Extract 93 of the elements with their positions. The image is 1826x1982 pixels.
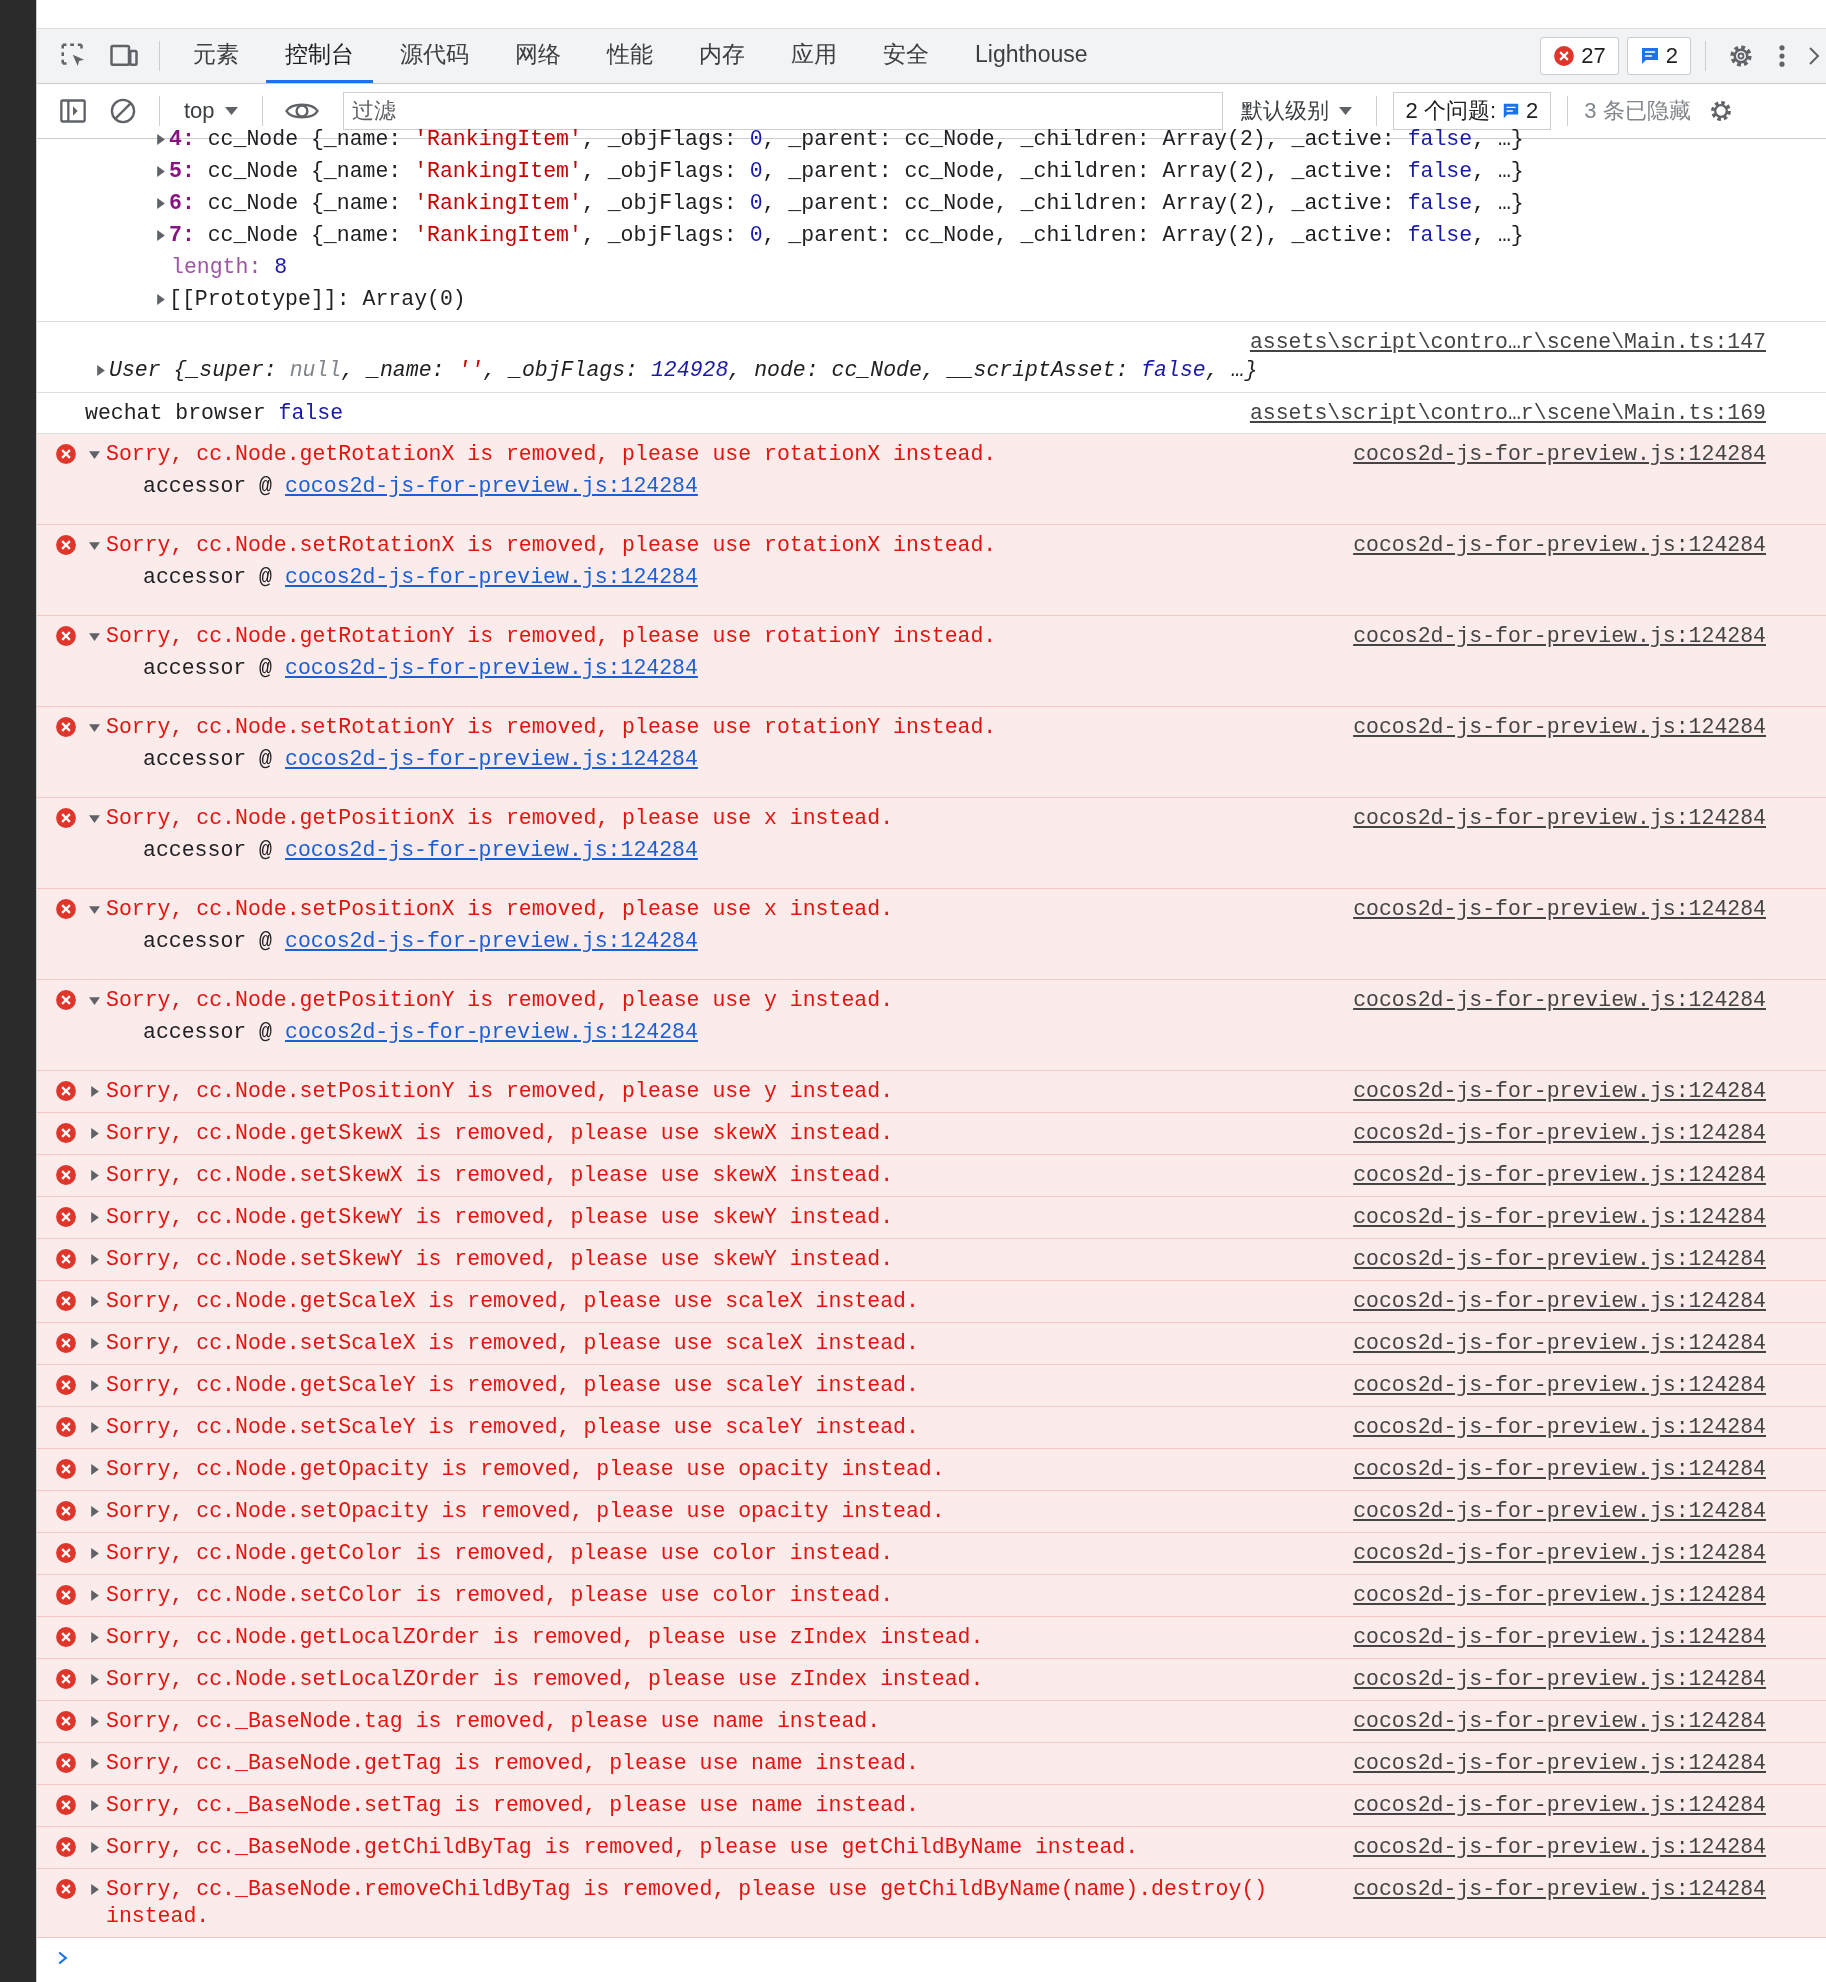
stack-link[interactable]: cocos2d-js-for-preview.js:124284 (285, 656, 698, 680)
stack-link[interactable]: cocos2d-js-for-preview.js:124284 (285, 565, 698, 589)
error-message: Sorry, cc.Node.setScaleY is removed, please use scaleY instead. (106, 1414, 920, 1441)
error-message: Sorry, cc.Node.getPositionY is removed, please use y instead. (106, 987, 895, 1014)
error-message: Sorry, cc.Node.getColor is removed, please use color instead. (106, 1540, 895, 1567)
source-link[interactable]: cocos2d-js-for-preview.js:124284 (1353, 1498, 1766, 1525)
error-message: Sorry, cc.Node.getScaleX is removed, please use scaleX instead. (106, 1288, 920, 1315)
error-message: Sorry, cc.Node.setOpacity is removed, please use opacity instead. (106, 1498, 946, 1525)
stack-frame: accessor @ (143, 656, 273, 680)
source-link[interactable]: cocos2d-js-for-preview.js:124284 (1353, 896, 1766, 923)
stack-link[interactable]: cocos2d-js-for-preview.js:124284 (285, 1020, 698, 1044)
source-link[interactable]: cocos2d-js-for-preview.js:124284 (1353, 1624, 1766, 1651)
panel-tab[interactable]: 安全 (864, 29, 948, 83)
error-message: Sorry, cc._BaseNode.getChildByTag is removed, please use getChildByName instead. (106, 1834, 1140, 1861)
source-link[interactable]: assets\script\contro…r\scene\Main.ts:147 (1249, 330, 1766, 354)
source-link[interactable]: cocos2d-js-for-preview.js:124284 (1353, 1162, 1766, 1189)
property-line: 7: cc_Node {_name: 'RankingItem', _objFlags: 0, _parent: cc_Node, _children: Array(2), _active: false, …} (169, 223, 1524, 247)
panel-tab[interactable]: 应用 (772, 29, 856, 83)
source-link[interactable]: cocos2d-js-for-preview.js:124284 (1353, 1330, 1766, 1357)
property-line: 4: cc_Node {_name: 'RankingItem', _objFlags: 0, _parent: cc_Node, _children: Array(2), _active: false, …} (169, 127, 1524, 151)
message-count-badge[interactable]: 2 (1626, 37, 1691, 75)
property-line: length: 8 (171, 255, 288, 279)
panel-tab[interactable]: 元素 (174, 29, 258, 83)
source-link[interactable]: cocos2d-js-for-preview.js:124284 (1353, 1414, 1766, 1441)
error-message: Sorry, cc.Node.setRotationX is removed, please use rotationX instead. (106, 532, 998, 559)
stack-frame: accessor @ (143, 929, 273, 953)
stack-frame: accessor @ (143, 474, 273, 498)
error-message: Sorry, cc.Node.setPositionY is removed, please use y instead. (106, 1078, 895, 1105)
source-link[interactable]: cocos2d-js-for-preview.js:124284 (1353, 1792, 1766, 1819)
error-message: Sorry, cc.Node.setLocalZOrder is removed, please use zIndex instead. (106, 1666, 985, 1693)
stack-frame: accessor @ (143, 838, 273, 862)
source-link[interactable]: cocos2d-js-for-preview.js:124284 (1353, 1204, 1766, 1231)
source-link[interactable]: cocos2d-js-for-preview.js:124284 (1353, 1666, 1766, 1693)
error-message: Sorry, cc.Node.getSkewY is removed, please use skewY instead. (106, 1204, 895, 1231)
source-link[interactable]: cocos2d-js-for-preview.js:124284 (1353, 1372, 1766, 1399)
source-link[interactable]: cocos2d-js-for-preview.js:124284 (1353, 714, 1766, 741)
source-link[interactable]: cocos2d-js-for-preview.js:124284 (1353, 1246, 1766, 1273)
stack-link[interactable]: cocos2d-js-for-preview.js:124284 (285, 747, 698, 771)
error-message: Sorry, cc._BaseNode.tag is removed, please use name instead. (106, 1708, 882, 1735)
panel-tab[interactable]: 源代码 (381, 29, 488, 83)
source-link[interactable]: cocos2d-js-for-preview.js:124284 (1353, 805, 1766, 832)
source-link[interactable]: cocos2d-js-for-preview.js:124284 (1353, 1288, 1766, 1315)
error-message: Sorry, cc.Node.getOpacity is removed, please use opacity instead. (106, 1456, 946, 1483)
stack-frame: accessor @ (143, 747, 273, 771)
property-line: [[Prototype]]: Array(0) (169, 287, 466, 311)
object-preview: User {_super: null, _name: '', _objFlags: 124928, node: cc_Node, __scriptAsset: false, …} (109, 358, 1258, 382)
error-message: Sorry, cc.Node.setPositionX is removed, please use x instead. (106, 896, 895, 923)
property-line: 5: cc_Node {_name: 'RankingItem', _objFlags: 0, _parent: cc_Node, _children: Array(2), _active: false, …} (169, 159, 1524, 183)
stack-link[interactable]: cocos2d-js-for-preview.js:124284 (285, 838, 698, 862)
error-message: Sorry, cc._BaseNode.removeChildByTag is removed, please use getChildByName(name).destroy() instead. (106, 1876, 1269, 1930)
error-message: Sorry, cc.Node.getScaleY is removed, please use scaleY instead. (106, 1372, 920, 1399)
stack-link[interactable]: cocos2d-js-for-preview.js:124284 (285, 929, 698, 953)
source-link[interactable]: cocos2d-js-for-preview.js:124284 (1353, 1078, 1766, 1105)
error-message: Sorry, cc._BaseNode.setTag is removed, please use name instead. (106, 1792, 920, 1819)
source-link[interactable]: cocos2d-js-for-preview.js:124284 (1353, 1708, 1766, 1735)
error-message: Sorry, cc.Node.getLocalZOrder is removed, please use zIndex instead. (106, 1624, 985, 1651)
error-message: Sorry, cc.Node.setColor is removed, please use color instead. (106, 1582, 895, 1609)
error-message: Sorry, cc.Node.getRotationX is removed, please use rotationX instead. (106, 441, 998, 468)
source-link[interactable]: cocos2d-js-for-preview.js:124284 (1353, 441, 1766, 468)
error-message: Sorry, cc.Node.setScaleX is removed, please use scaleX instead. (106, 1330, 920, 1357)
error-message: Sorry, cc.Node.getSkewX is removed, please use skewX instead. (106, 1120, 895, 1147)
panel-tab[interactable]: 性能 (588, 29, 672, 83)
source-link[interactable]: assets\script\contro…r\scene\Main.ts:169 (1249, 401, 1766, 425)
panel-tab[interactable]: Lighthouse (956, 29, 1107, 83)
source-link[interactable]: cocos2d-js-for-preview.js:124284 (1353, 1750, 1766, 1777)
stack-frame: accessor @ (143, 1020, 273, 1044)
error-count-badge[interactable]: 27 (1540, 37, 1619, 75)
error-message: Sorry, cc.Node.getRotationY is removed, please use rotationY instead. (106, 623, 998, 650)
source-link[interactable]: cocos2d-js-for-preview.js:124284 (1353, 1120, 1766, 1147)
source-link[interactable]: cocos2d-js-for-preview.js:124284 (1353, 1456, 1766, 1483)
stack-frame: accessor @ (143, 565, 273, 589)
source-link[interactable]: cocos2d-js-for-preview.js:124284 (1353, 987, 1766, 1014)
hidden-count: 3 条已隐藏 (1584, 97, 1691, 125)
error-message: Sorry, cc._BaseNode.getTag is removed, please use name instead. (106, 1750, 920, 1777)
source-link[interactable]: cocos2d-js-for-preview.js:124284 (1353, 1876, 1766, 1903)
error-message: Sorry, cc.Node.getPositionX is removed, please use x instead. (106, 805, 895, 832)
error-message: Sorry, cc.Node.setSkewY is removed, please use skewY instead. (106, 1246, 895, 1273)
panel-tab[interactable]: 网络 (496, 29, 580, 83)
level-dropdown[interactable]: 默认级别 (1232, 96, 1360, 126)
stack-link[interactable]: cocos2d-js-for-preview.js:124284 (285, 474, 698, 498)
source-link[interactable]: cocos2d-js-for-preview.js:124284 (1353, 532, 1766, 559)
context-dropdown[interactable]: top (176, 98, 246, 124)
source-link[interactable]: cocos2d-js-for-preview.js:124284 (1353, 623, 1766, 650)
error-message: Sorry, cc.Node.setSkewX is removed, please use skewX instead. (106, 1162, 895, 1189)
panel-tab[interactable]: 内存 (680, 29, 764, 83)
log-message: wechat browser false (85, 401, 344, 425)
issues-button[interactable]: 2 个问题: 2 (1392, 92, 1552, 130)
error-message: Sorry, cc.Node.setRotationY is removed, please use rotationY instead. (106, 714, 998, 741)
filter-field[interactable]: 过滤 (342, 92, 1223, 130)
property-line: 6: cc_Node {_name: 'RankingItem', _objFlags: 0, _parent: cc_Node, _children: Array(2), _active: false, …} (169, 191, 1524, 215)
source-link[interactable]: cocos2d-js-for-preview.js:124284 (1353, 1834, 1766, 1861)
source-link[interactable]: cocos2d-js-for-preview.js:124284 (1353, 1582, 1766, 1609)
source-link[interactable]: cocos2d-js-for-preview.js:124284 (1353, 1540, 1766, 1567)
